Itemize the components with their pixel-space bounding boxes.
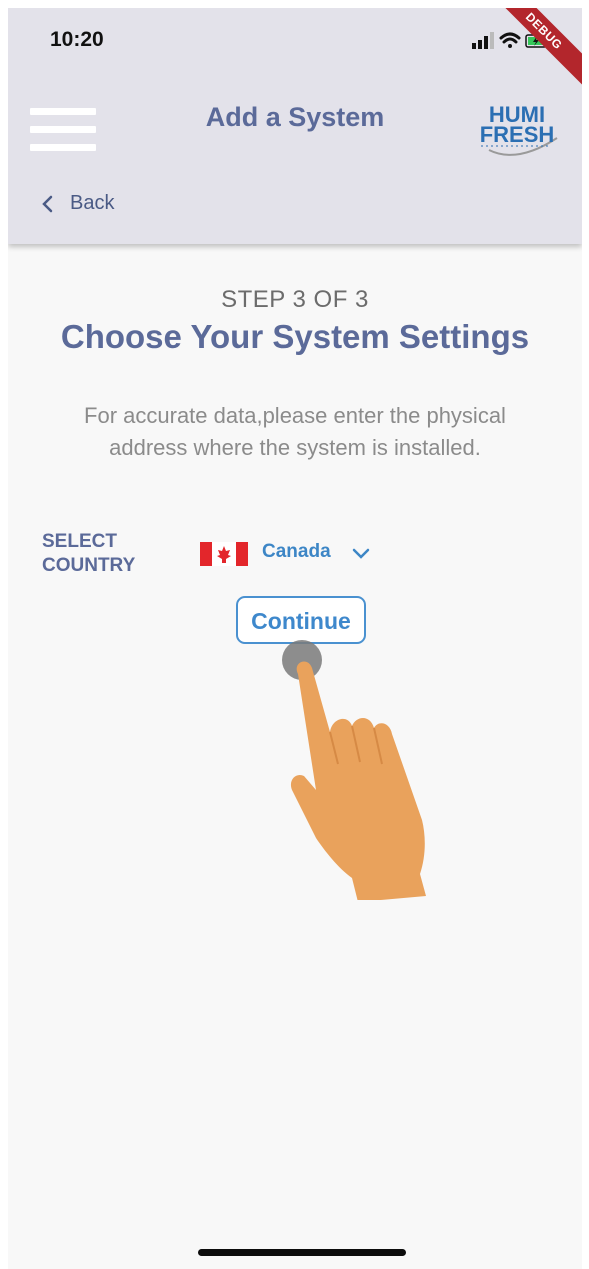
signal-icon xyxy=(472,32,494,49)
country-label-line1: SELECT xyxy=(42,531,117,552)
chevron-down-icon xyxy=(352,548,370,559)
country-label-line2: COUNTRY xyxy=(42,555,136,576)
pointing-hand-icon xyxy=(282,640,426,900)
back-label: Back xyxy=(70,192,115,214)
app-screen: 10:20 DEBUG Add a System HUMI FRESH Back… xyxy=(8,8,582,1269)
description-text: For accurate data,please enter the physi… xyxy=(84,403,506,460)
continue-button[interactable]: Continue xyxy=(236,596,366,644)
app-header: 10:20 DEBUG Add a System HUMI FRESH Back xyxy=(8,8,582,244)
chevron-left-icon xyxy=(42,195,53,213)
country-label: SELECT COUNTRY xyxy=(42,530,135,578)
step-indicator: STEP 3 OF 3 xyxy=(221,286,369,313)
wifi-icon xyxy=(499,32,521,48)
logo-line2: FRESH xyxy=(479,122,555,147)
canada-flag-icon xyxy=(200,542,248,566)
country-value: Canada xyxy=(262,541,331,562)
home-indicator[interactable] xyxy=(198,1249,406,1256)
section-heading: Choose Your System Settings xyxy=(60,318,530,355)
status-time: 10:20 xyxy=(50,28,104,51)
humifresh-logo: HUMI FRESH xyxy=(471,98,563,158)
